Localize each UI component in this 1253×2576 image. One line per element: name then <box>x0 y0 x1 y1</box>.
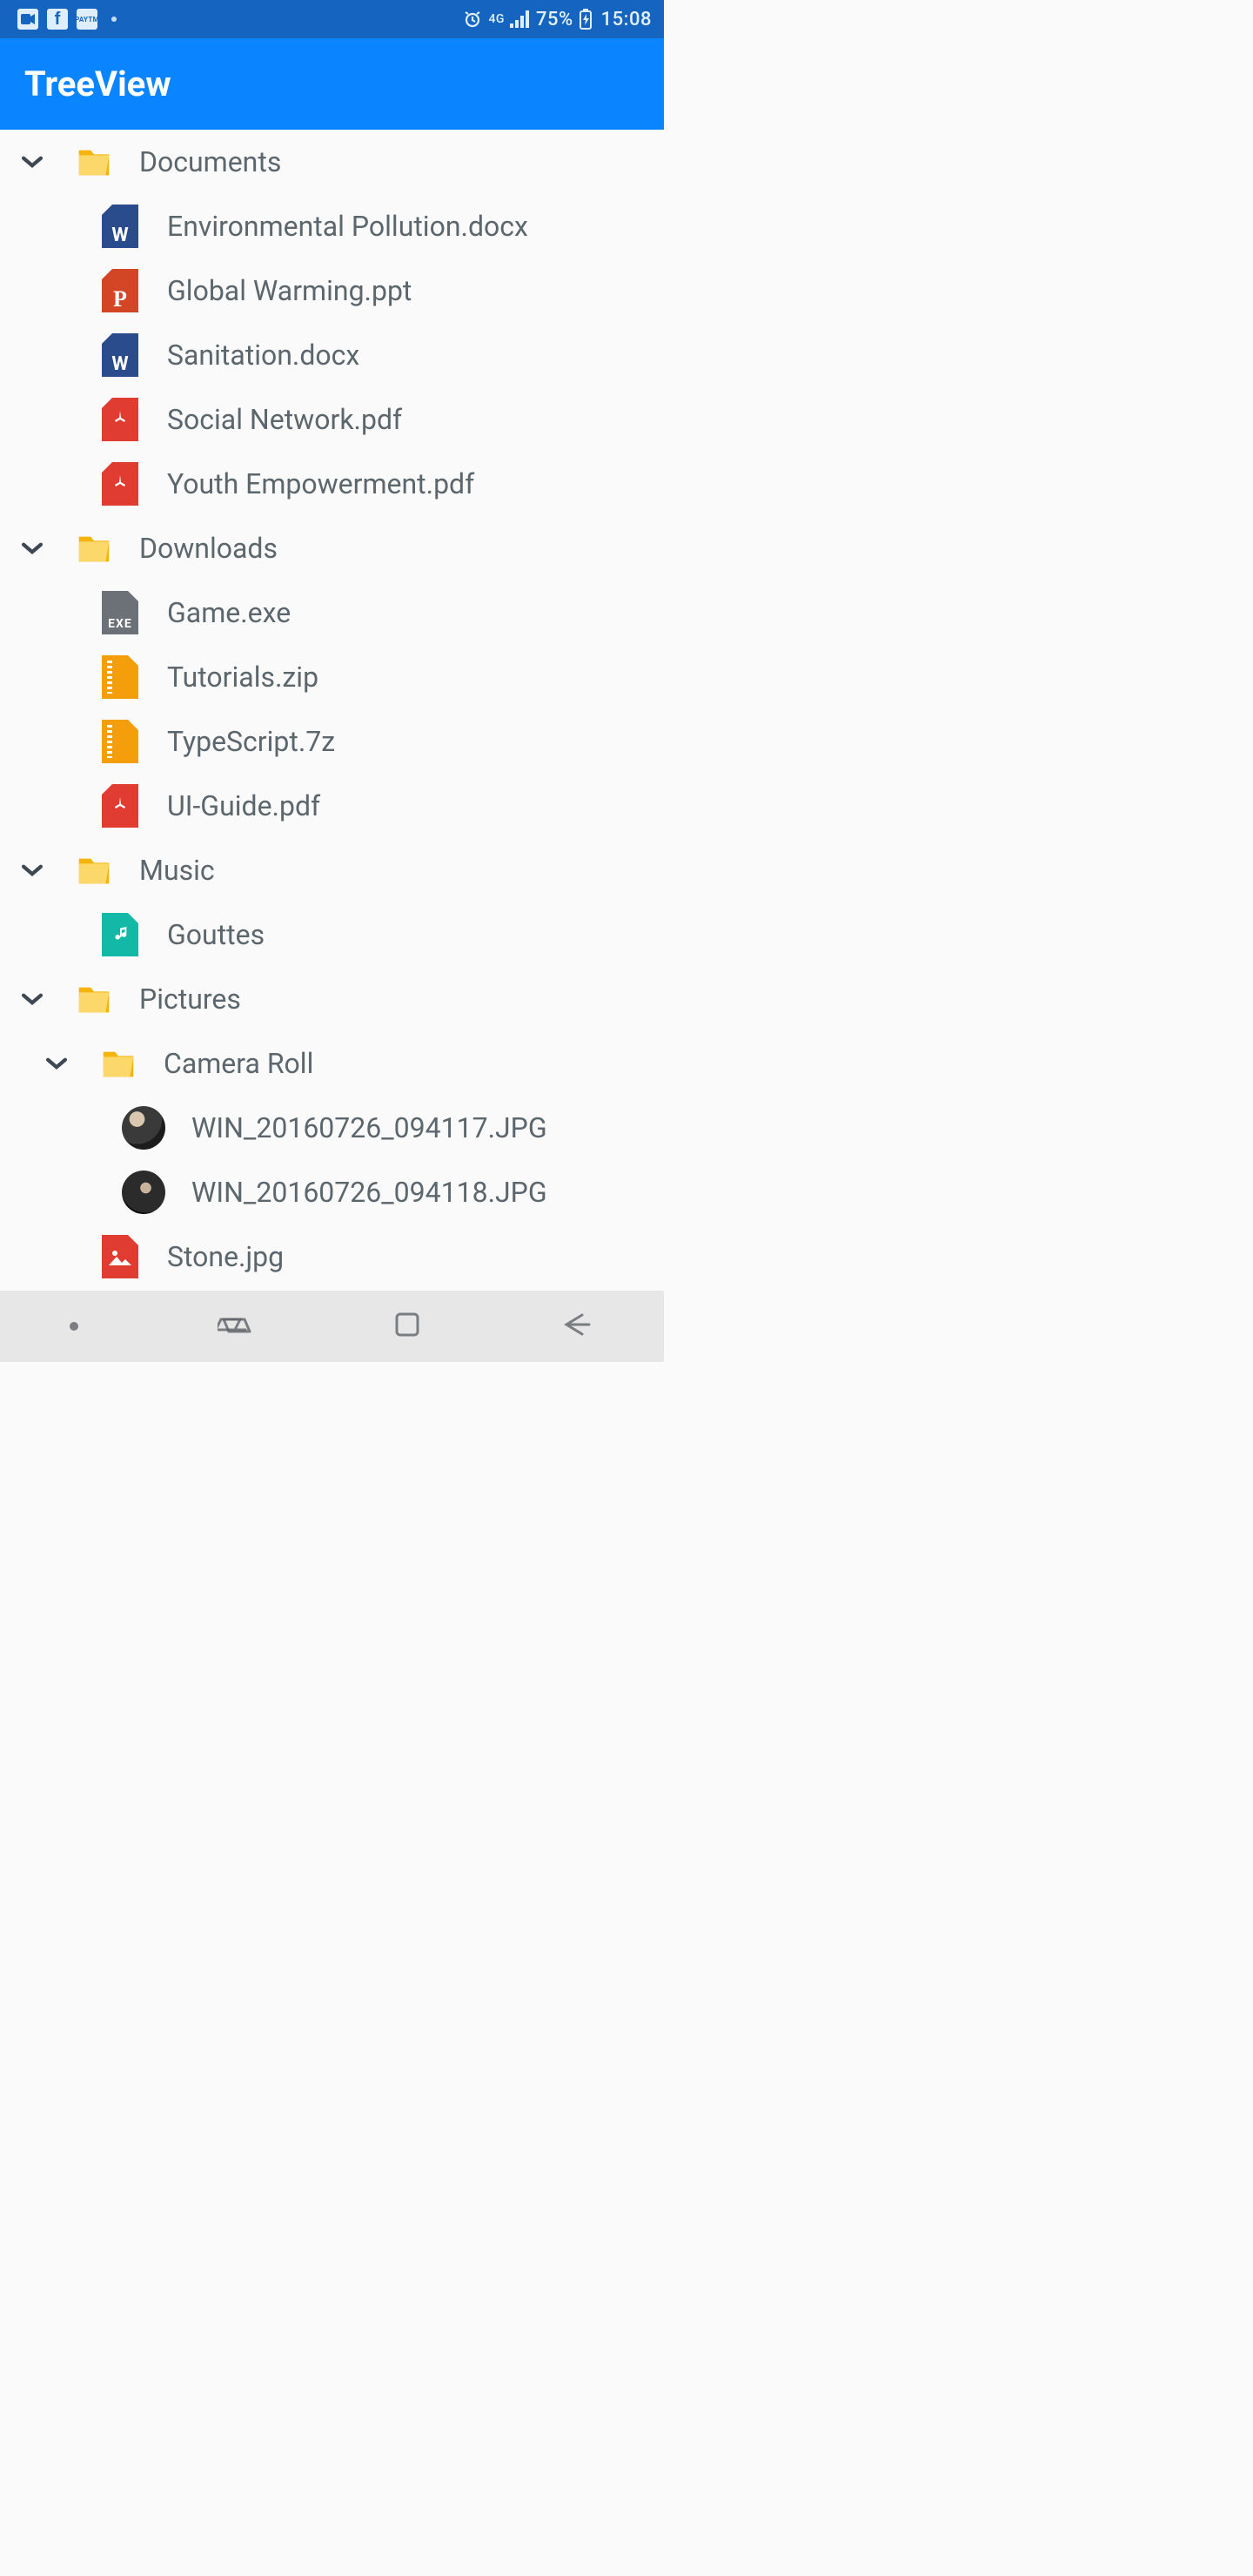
folder-label: Downloads <box>139 532 278 565</box>
file-item[interactable]: W Sanitation.docx <box>0 323 664 387</box>
chevron-down-icon[interactable] <box>16 983 49 1016</box>
chevron-down-icon[interactable] <box>40 1047 73 1080</box>
word-file-icon: W <box>99 334 141 376</box>
folder-label: Pictures <box>139 983 241 1016</box>
word-file-icon: W <box>99 205 141 247</box>
home-button[interactable] <box>392 1310 422 1343</box>
photo-thumbnail-icon <box>122 1171 165 1214</box>
file-item[interactable]: WIN_20160726_094118.JPG <box>0 1160 664 1224</box>
status-bar: f PAYTM 4G 75% 15:08 <box>0 0 664 38</box>
folder-music[interactable]: Music <box>0 838 664 902</box>
file-item[interactable]: WIN_20160726_094117.JPG <box>0 1096 664 1160</box>
audio-file-icon <box>99 914 141 956</box>
paytm-icon: PAYTM <box>77 9 97 30</box>
file-label: TypeScript.7z <box>167 725 335 758</box>
file-label: Youth Empowerment.pdf <box>167 467 474 500</box>
facebook-icon: f <box>47 9 68 30</box>
folder-camera-roll[interactable]: Camera Roll <box>0 1031 664 1096</box>
chevron-down-icon[interactable] <box>16 532 49 565</box>
network-type: 4G <box>488 13 505 25</box>
folder-icon <box>73 527 115 569</box>
photo-thumbnail-icon <box>122 1106 165 1150</box>
file-label: Social Network.pdf <box>167 403 402 436</box>
folder-icon <box>73 978 115 1020</box>
chevron-down-icon[interactable] <box>16 145 49 178</box>
folder-pictures[interactable]: Pictures <box>0 967 664 1031</box>
recents-button[interactable] <box>218 1312 252 1340</box>
more-notifications-icon <box>111 17 117 22</box>
pdf-file-icon <box>99 785 141 827</box>
file-label: Sanitation.docx <box>167 339 359 372</box>
exe-file-icon: EXE <box>99 592 141 634</box>
file-label: Game.exe <box>167 596 291 629</box>
file-item[interactable]: EXE Game.exe <box>0 580 664 645</box>
android-nav-bar <box>0 1291 664 1362</box>
nav-indicator-icon <box>70 1322 78 1331</box>
file-label: Tutorials.zip <box>167 661 318 694</box>
file-item[interactable]: Gouttes <box>0 902 664 967</box>
folder-documents[interactable]: Documents <box>0 130 664 194</box>
file-tree: Documents W Environmental Pollution.docx… <box>0 130 664 1291</box>
folder-icon <box>97 1043 139 1084</box>
app-bar: TreeView <box>0 38 664 130</box>
folder-label: Music <box>139 854 215 887</box>
clock-time: 15:08 <box>598 9 652 30</box>
signal-icon <box>510 10 531 28</box>
file-label: Environmental Pollution.docx <box>167 210 528 243</box>
alarm-icon <box>462 9 483 30</box>
folder-label: Camera Roll <box>164 1047 313 1080</box>
file-item[interactable]: TypeScript.7z <box>0 709 664 774</box>
folder-label: Documents <box>139 145 281 178</box>
file-item[interactable]: UI-Guide.pdf <box>0 774 664 838</box>
file-label: Global Warming.ppt <box>167 274 412 307</box>
zip-file-icon <box>99 721 141 762</box>
folder-downloads[interactable]: Downloads <box>0 516 664 580</box>
file-item[interactable]: W Environmental Pollution.docx <box>0 194 664 258</box>
file-item[interactable]: Social Network.pdf <box>0 387 664 452</box>
image-file-icon <box>99 1236 141 1278</box>
video-chat-icon <box>17 9 38 30</box>
status-right: 4G 75% 15:08 <box>462 9 652 30</box>
file-item[interactable]: P Global Warming.ppt <box>0 258 664 323</box>
zip-file-icon <box>99 656 141 698</box>
pdf-file-icon <box>99 463 141 505</box>
file-item[interactable]: Stone.jpg <box>0 1224 664 1289</box>
folder-icon <box>73 141 115 183</box>
file-label: WIN_20160726_094117.JPG <box>191 1111 547 1144</box>
file-label: WIN_20160726_094118.JPG <box>191 1176 547 1209</box>
back-button[interactable] <box>561 1311 594 1341</box>
chevron-down-icon[interactable] <box>16 854 49 887</box>
file-item[interactable]: Youth Empowerment.pdf <box>0 452 664 516</box>
ppt-file-icon: P <box>99 270 141 312</box>
battery-percent: 75% <box>536 9 573 30</box>
file-label: UI-Guide.pdf <box>167 789 320 822</box>
status-left: f PAYTM <box>17 9 117 30</box>
file-label: Stone.jpg <box>167 1240 284 1273</box>
file-item[interactable]: Tutorials.zip <box>0 645 664 709</box>
file-label: Gouttes <box>167 918 265 951</box>
battery-charging-icon <box>579 9 593 30</box>
pdf-file-icon <box>99 399 141 440</box>
folder-icon <box>73 849 115 891</box>
page-title: TreeView <box>24 64 171 104</box>
